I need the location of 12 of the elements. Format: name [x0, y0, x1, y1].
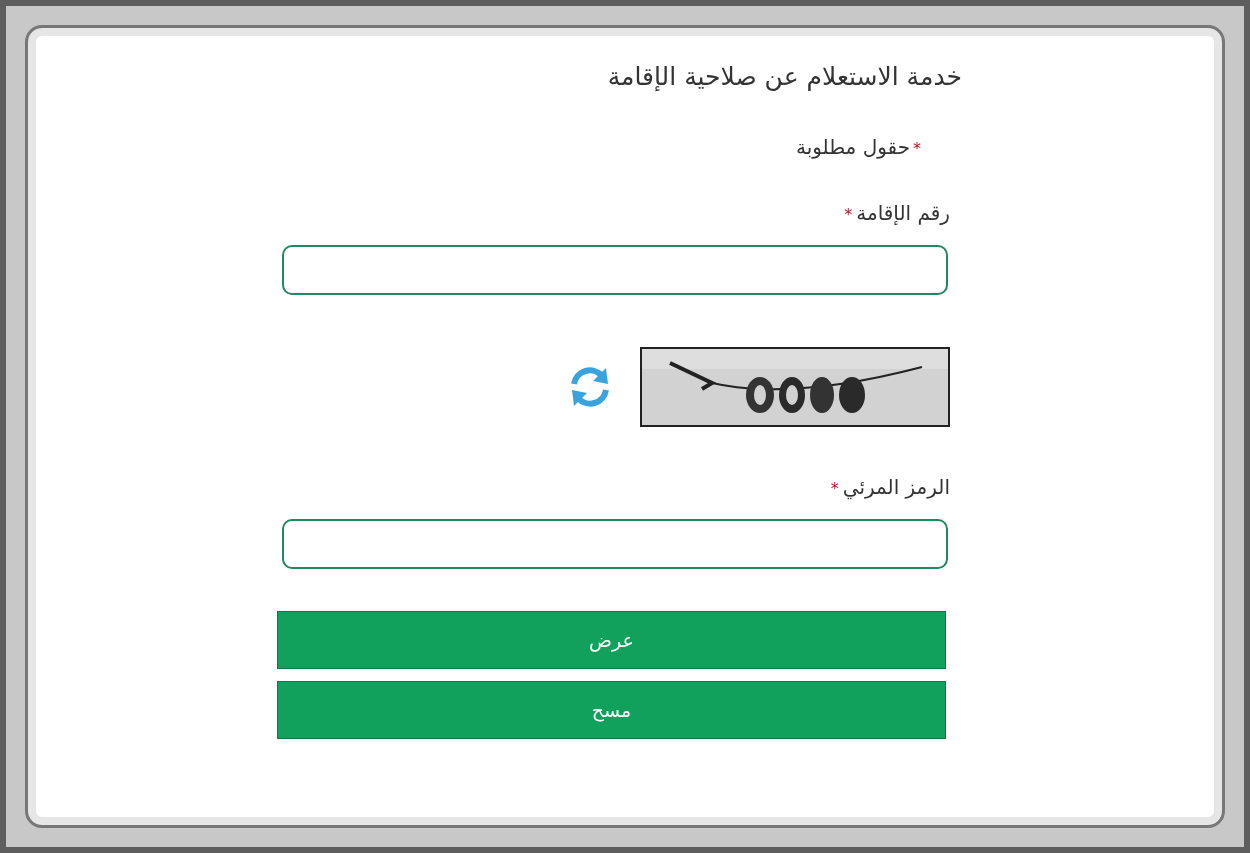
form-button[interactable]: مسح — [277, 681, 946, 739]
field-label: رقم الإقامة — [856, 201, 950, 225]
required-asterisk: * — [844, 205, 854, 224]
input-field[interactable] — [282, 519, 948, 569]
form-title: خدمة الاستعلام عن صلاحية الإقامة — [606, 62, 962, 91]
required-note: حقول مطلوبة — [795, 135, 910, 159]
input-field[interactable] — [282, 245, 948, 295]
form-button[interactable]: عرض — [277, 611, 946, 669]
refresh-icon[interactable] — [568, 366, 612, 408]
required-asterisk: * — [913, 139, 922, 158]
field-label: الرمز المرئي — [842, 475, 950, 499]
required-asterisk: * — [830, 479, 840, 498]
